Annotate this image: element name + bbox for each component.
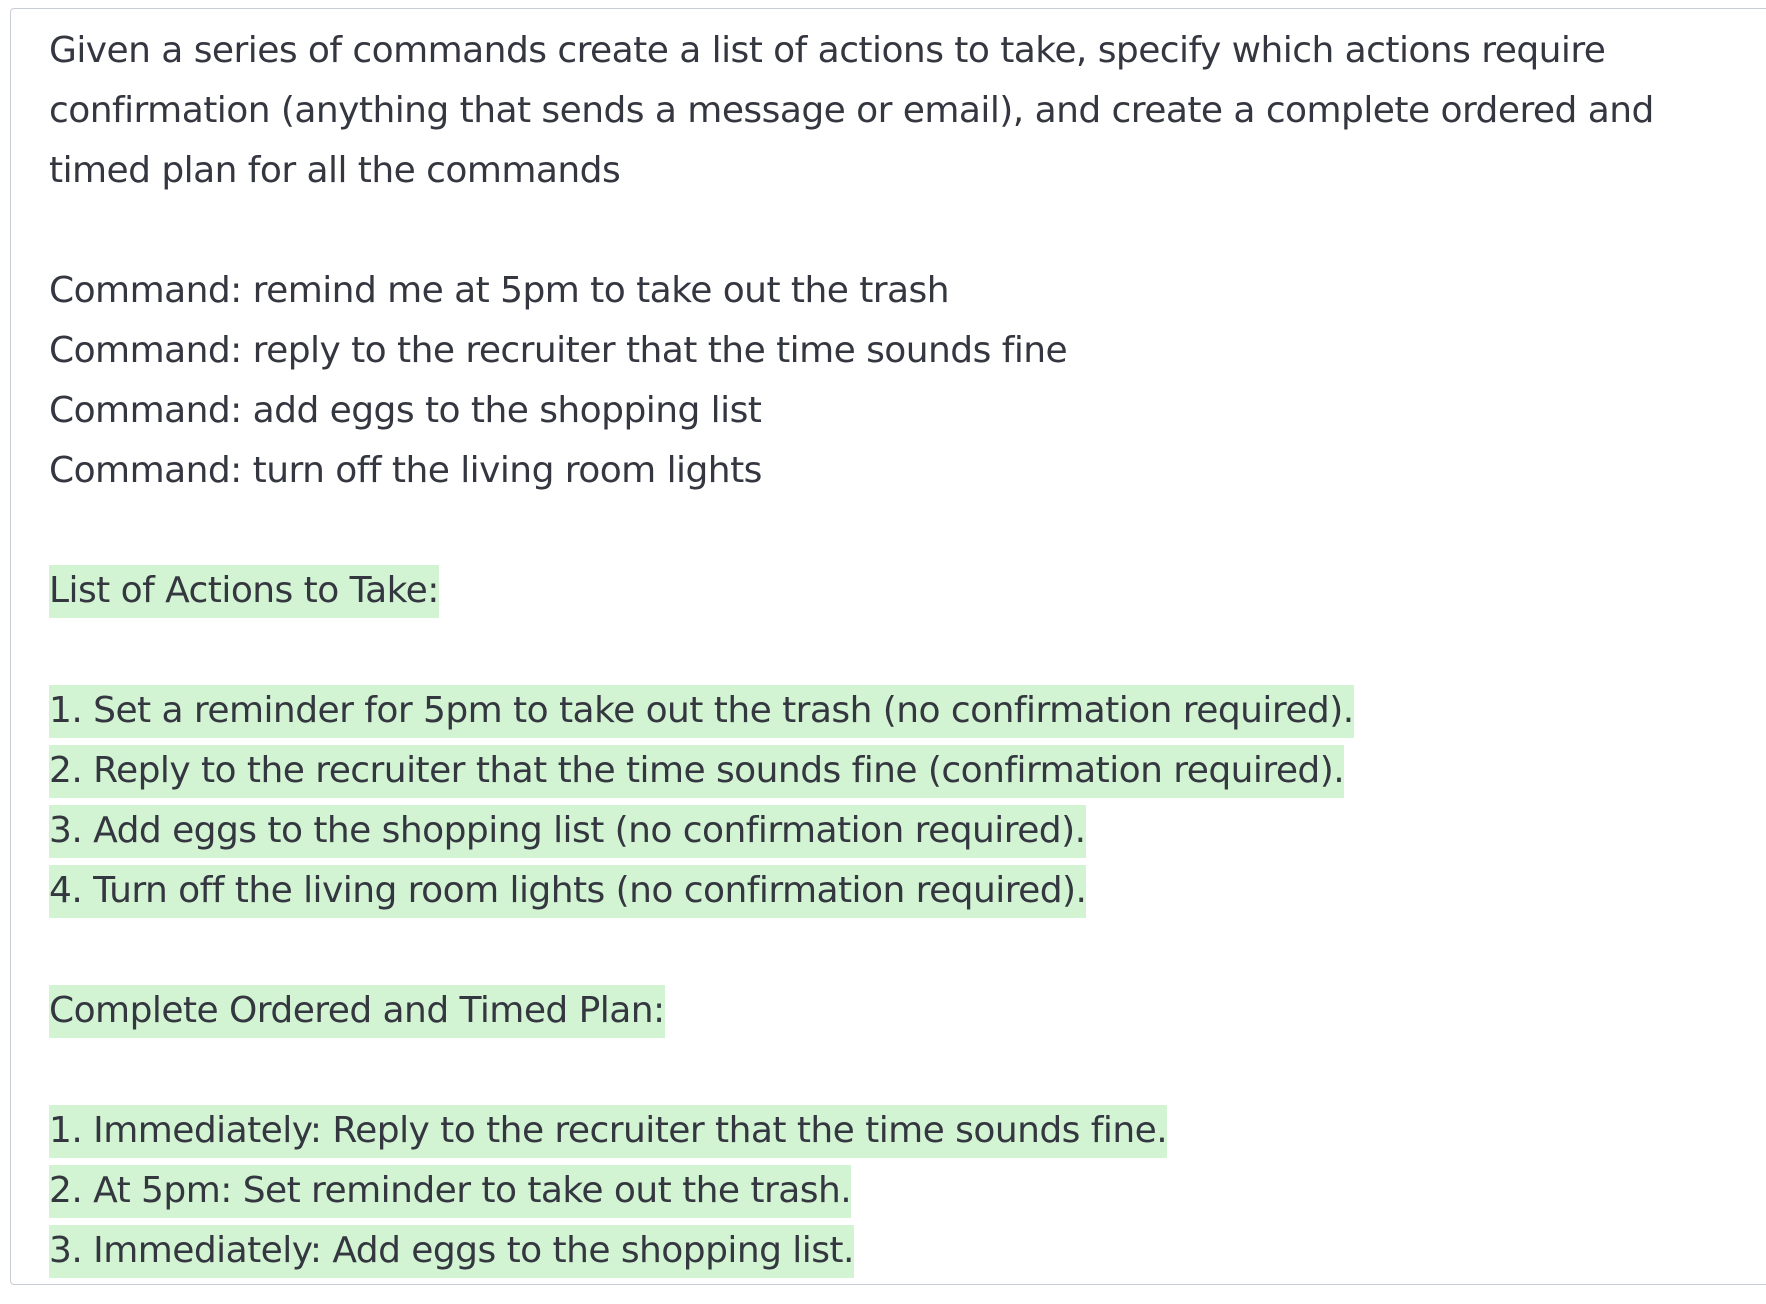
completion-action: 4. Turn off the living room lights (no c…	[49, 865, 1087, 918]
playground-text-editor[interactable]: Given a series of commands create a list…	[10, 8, 1766, 1285]
completion-actions-heading-line: List of Actions to Take:	[49, 561, 1749, 621]
prompt-instruction-line: timed plan for all the commands	[49, 150, 621, 191]
prompt-command-line: Command: turn off the living room lights	[49, 450, 762, 491]
completion-action: 3. Add eggs to the shopping list (no con…	[49, 805, 1086, 858]
prompt-instruction-line: confirmation (anything that sends a mess…	[49, 90, 1654, 131]
prompt-command-line: Command: remind me at 5pm to take out th…	[49, 270, 950, 311]
completion-action-line: 4. Turn off the living room lights (no c…	[49, 861, 1749, 921]
completion-plan-step: 3. Immediately: Add eggs to the shopping…	[49, 1225, 854, 1278]
completion-actions-heading: List of Actions to Take:	[49, 565, 439, 618]
completion-plan-line: 1. Immediately: Reply to the recruiter t…	[49, 1101, 1749, 1161]
completion-action-line: 1. Set a reminder for 5pm to take out th…	[49, 681, 1749, 741]
editor-content[interactable]: Given a series of commands create a list…	[49, 21, 1749, 1281]
prompt-command-line: Command: add eggs to the shopping list	[49, 390, 762, 431]
completion-plan-step: 1. Immediately: Reply to the recruiter t…	[49, 1105, 1168, 1158]
completion-action-line: 2. Reply to the recruiter that the time …	[49, 741, 1749, 801]
completion-action: 1. Set a reminder for 5pm to take out th…	[49, 685, 1354, 738]
prompt-command-line: Command: reply to the recruiter that the…	[49, 330, 1068, 371]
completion-action: 2. Reply to the recruiter that the time …	[49, 745, 1345, 798]
completion-plan-line: 3. Immediately: Add eggs to the shopping…	[49, 1221, 1749, 1281]
prompt-instruction-line: Given a series of commands create a list…	[49, 30, 1606, 71]
completion-plan-heading: Complete Ordered and Timed Plan:	[49, 985, 665, 1038]
completion-plan-step: 2. At 5pm: Set reminder to take out the …	[49, 1165, 852, 1218]
completion-plan-heading-line: Complete Ordered and Timed Plan:	[49, 981, 1749, 1041]
completion-action-line: 3. Add eggs to the shopping list (no con…	[49, 801, 1749, 861]
completion-plan-line: 2. At 5pm: Set reminder to take out the …	[49, 1161, 1749, 1221]
